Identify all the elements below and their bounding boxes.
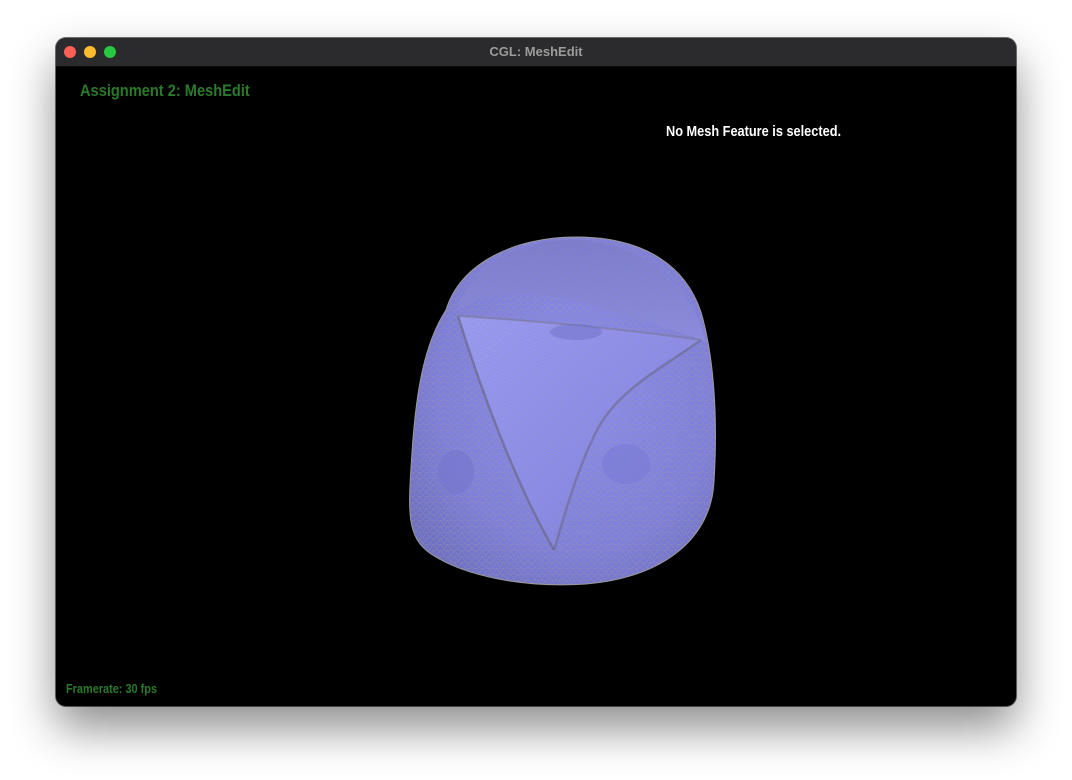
- framerate-readout: Framerate: 30 fps: [66, 681, 158, 696]
- window-title: CGL: MeshEdit: [489, 44, 583, 59]
- app-title: Assignment 2: MeshEdit: [80, 81, 250, 100]
- render-viewport[interactable]: Assignment 2: MeshEdit No Mesh Feature i…: [56, 67, 1016, 706]
- mesh-model[interactable]: [346, 232, 726, 602]
- app-window: CGL: MeshEdit Assignment 2: MeshEdit No …: [56, 38, 1016, 706]
- title-bar[interactable]: CGL: MeshEdit: [56, 38, 1016, 67]
- selection-status: No Mesh Feature is selected.: [666, 123, 842, 140]
